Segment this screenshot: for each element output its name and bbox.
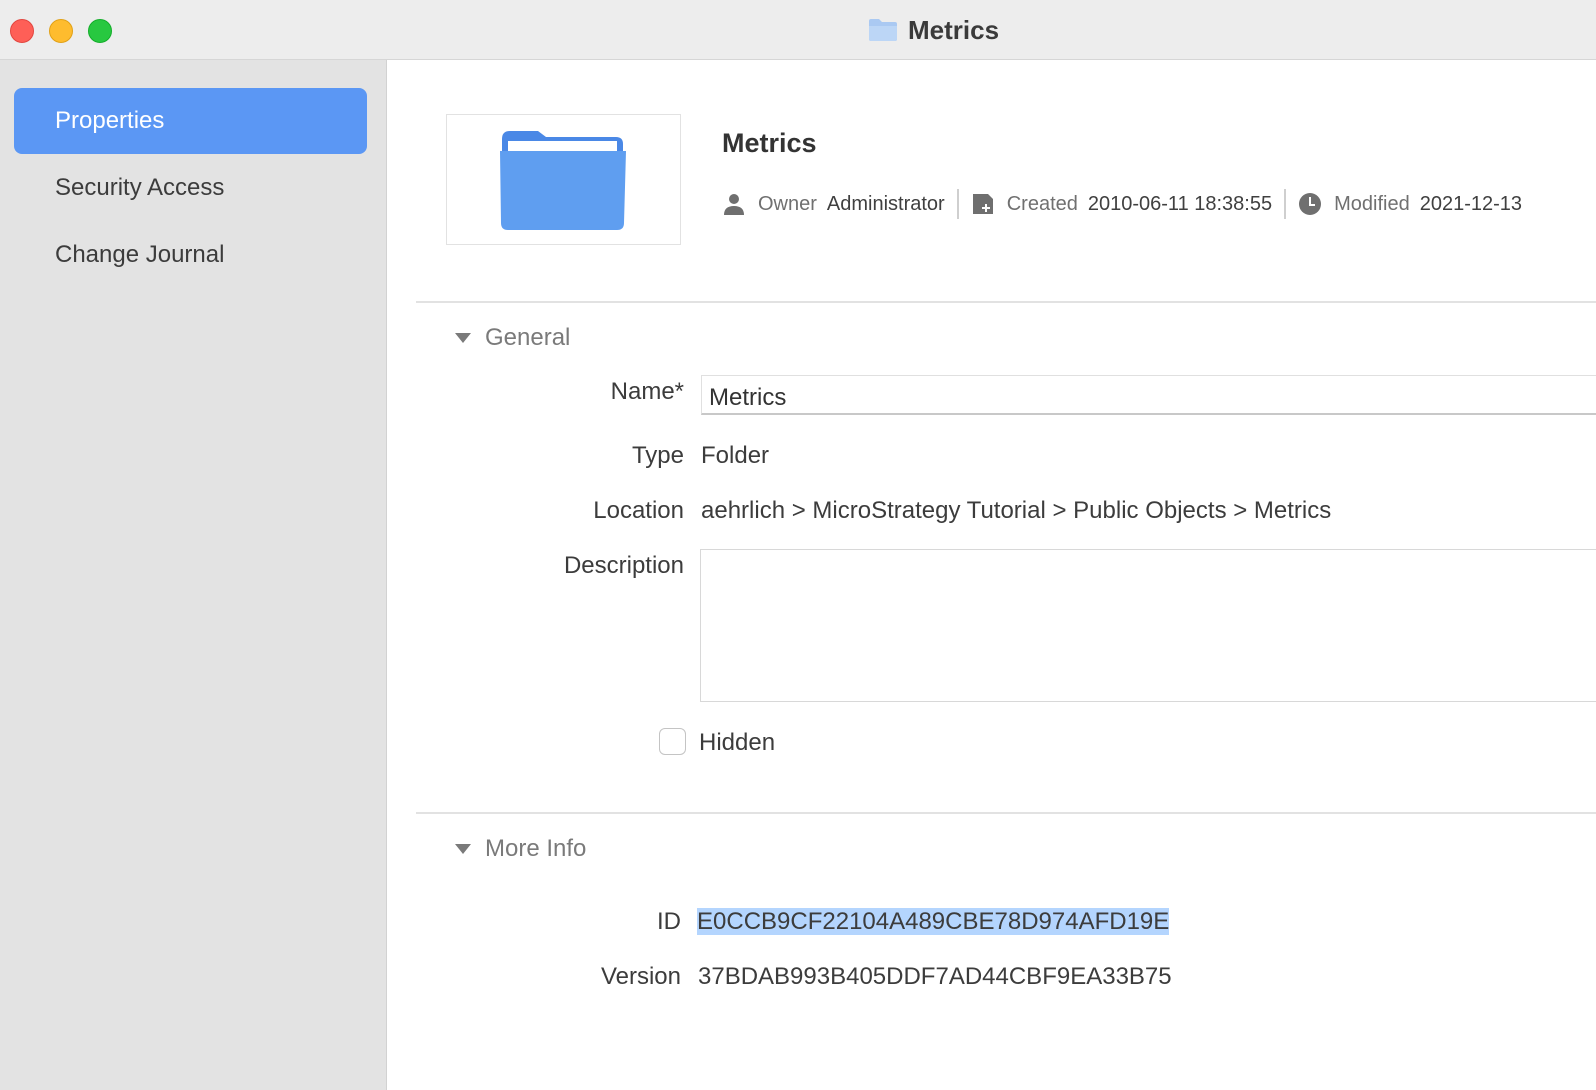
sidebar-item-label: Change Journal: [55, 241, 225, 268]
id-value[interactable]: E0CCB9CF22104A489CBE78D974AFD19E: [697, 908, 1170, 936]
created-value: 2010-06-11 18:38:55: [1087, 192, 1273, 215]
location-label: Location: [593, 497, 684, 524]
meta-divider: [1284, 189, 1287, 219]
sidebar: Properties Security Access Change Journa…: [0, 60, 387, 1090]
zoom-window-button[interactable]: [88, 19, 112, 43]
disclosure-triangle-icon: [455, 333, 471, 343]
window-title: Metrics: [908, 14, 1000, 45]
object-metadata: Owner Administrator Created 2010-06-11 1…: [722, 188, 1522, 220]
section-divider: [416, 812, 1596, 814]
description-field[interactable]: [700, 549, 1596, 702]
name-label: Name*: [610, 378, 684, 405]
close-window-button[interactable]: [10, 19, 34, 43]
version-label: Version: [600, 963, 681, 990]
properties-window: Metrics Properties Security Access Chang…: [0, 0, 1596, 1090]
window-title-group: Metrics: [868, 14, 999, 46]
general-section-toggle[interactable]: General: [455, 324, 570, 352]
disclosure-triangle-icon: [455, 844, 471, 854]
id-value-text[interactable]: E0CCB9CF22104A489CBE78D974AFD19E: [697, 908, 1170, 935]
created-icon: [971, 192, 995, 216]
properties-panel: Metrics Owner Administrator Created 2010…: [387, 60, 1596, 1090]
created-label: Created: [1006, 192, 1078, 215]
modified-label: Modified: [1334, 192, 1410, 215]
modified-value: 2021-12-13: [1419, 192, 1523, 215]
location-value: aehrlich > MicroStrategy Tutorial > Publ…: [701, 497, 1332, 524]
more-info-section-toggle[interactable]: More Info: [455, 835, 586, 863]
more-info-section-label: More Info: [485, 835, 587, 862]
section-divider: [416, 301, 1596, 303]
general-section-label: General: [485, 324, 571, 351]
owner-label: Owner: [758, 192, 817, 215]
id-label: ID: [657, 908, 681, 935]
folder-icon: [868, 18, 898, 42]
folder-icon: [500, 131, 626, 230]
clock-icon: [1298, 192, 1322, 216]
owner-value: Administrator: [826, 192, 945, 215]
object-name-heading: Metrics: [722, 128, 817, 158]
hidden-checkbox[interactable]: [659, 728, 686, 755]
sidebar-item-properties[interactable]: Properties: [14, 88, 367, 154]
sidebar-item-security-access[interactable]: Security Access: [14, 155, 367, 221]
type-value: Folder: [701, 442, 770, 469]
type-label: Type: [631, 442, 684, 469]
title-bar: Metrics: [0, 0, 1596, 60]
object-thumbnail: [446, 114, 681, 245]
sidebar-item-label: Properties: [55, 107, 165, 134]
description-label: Description: [563, 552, 684, 579]
sidebar-item-label: Security Access: [55, 174, 225, 201]
name-input[interactable]: [701, 375, 1596, 415]
meta-divider: [956, 189, 959, 219]
sidebar-item-change-journal[interactable]: Change Journal: [14, 222, 367, 288]
minimize-window-button[interactable]: [49, 19, 73, 43]
person-icon: [722, 192, 746, 216]
version-value[interactable]: 37BDAB993B405DDF7AD44CBF9EA33B75: [698, 963, 1172, 991]
hidden-label: Hidden: [699, 729, 776, 756]
